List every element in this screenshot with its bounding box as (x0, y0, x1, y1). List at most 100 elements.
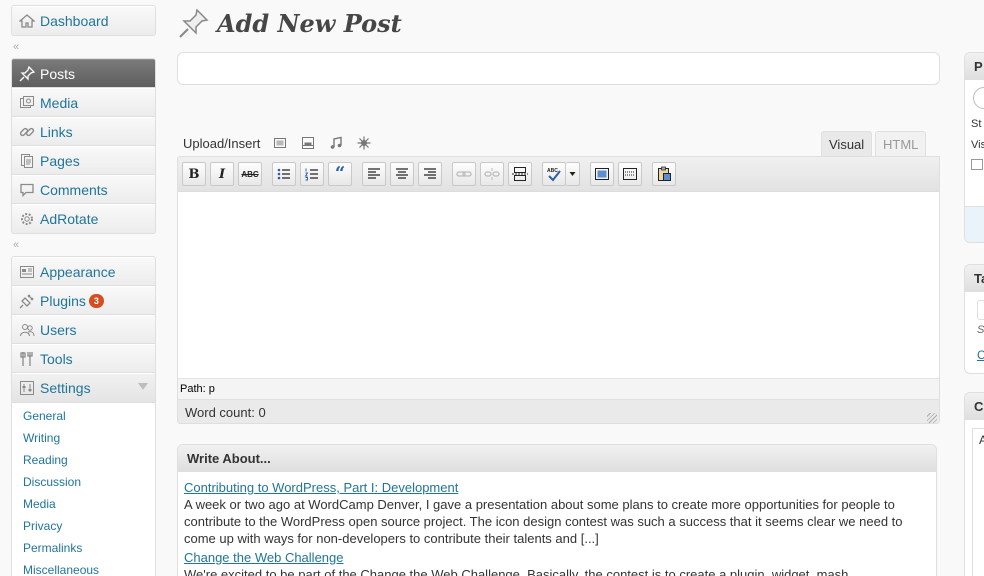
align-center-button[interactable] (390, 162, 414, 186)
add-video-icon[interactable] (300, 135, 316, 151)
page-header: Add New Post (177, 0, 941, 46)
categories-heading[interactable]: C (965, 393, 984, 420)
menu-item-settings[interactable]: Settings (12, 373, 155, 402)
post-editor: B I ABC “ ABC Path: p Word count: 0 (177, 156, 940, 424)
plug-icon (18, 292, 36, 310)
unlink-button[interactable] (480, 162, 504, 186)
menu-item-pages[interactable]: Pages (12, 146, 155, 175)
menu-label-tools: Tools (40, 350, 73, 367)
write-about-link-1[interactable]: Contributing to WordPress, Part I: Devel… (184, 479, 458, 496)
menu-item-tools[interactable]: Tools (12, 344, 155, 373)
spellcheck-button[interactable]: ABC (542, 162, 566, 186)
editor-content-area[interactable] (178, 192, 939, 378)
menu-item-media[interactable]: Media (12, 88, 155, 117)
menu-group-admin: Appearance Plugins 3 Users Tools Setting… (11, 256, 156, 403)
menu-item-appearance[interactable]: Appearance (12, 257, 155, 286)
pushpin-icon (179, 8, 209, 38)
menu-label-links: Links (40, 123, 73, 140)
save-draft-button[interactable] (973, 87, 984, 109)
pushpin-icon (18, 65, 36, 83)
kitchen-sink-toggle-button[interactable] (618, 162, 642, 186)
menu-label-media: Media (40, 94, 79, 111)
all-categories-tab[interactable]: A (973, 429, 984, 447)
editor-toolbar: B I ABC “ ABC (178, 157, 939, 192)
pages-icon (18, 152, 36, 170)
fullscreen-icon (595, 168, 609, 180)
page-title: Add New Post (217, 8, 402, 38)
menu-label-dashboard: Dashboard (40, 13, 109, 29)
menu-group-content: Posts Media Links Pages Comments AdRotat… (11, 58, 156, 234)
submenu-miscellaneous[interactable]: Miscellaneous (12, 559, 155, 576)
spellcheck-language-dropdown[interactable] (566, 162, 580, 186)
post-title-input[interactable] (177, 52, 940, 85)
align-center-icon (396, 168, 408, 179)
add-media-icon[interactable] (356, 135, 372, 151)
paste-from-word-button[interactable] (652, 162, 676, 186)
menu-item-posts[interactable]: Posts (12, 59, 155, 88)
bullet-list-icon (277, 168, 290, 180)
media-icon (18, 94, 36, 112)
align-right-button[interactable] (418, 162, 442, 186)
home-icon (18, 12, 36, 30)
categories-box: C A (964, 392, 984, 576)
submenu-writing[interactable]: Writing (12, 427, 155, 449)
editor-path-bar: Path: p (178, 378, 939, 399)
fullscreen-button[interactable] (590, 162, 614, 186)
insert-link-button[interactable] (452, 162, 476, 186)
menu-label-comments: Comments (40, 181, 108, 198)
main-content: Add New Post Upload/Insert Visual HTML B… (177, 0, 941, 576)
bulleted-list-button[interactable] (272, 162, 296, 186)
menu-item-links[interactable]: Links (12, 117, 155, 146)
menu-item-users[interactable]: Users (12, 315, 155, 344)
add-image-icon[interactable] (272, 135, 288, 151)
tab-visual[interactable]: Visual (821, 131, 873, 157)
publish-visibility-fragment: Vis (971, 139, 984, 151)
menu-item-adrotate[interactable]: AdRotate (12, 204, 155, 233)
insert-more-tag-button[interactable] (508, 162, 532, 186)
submenu-general[interactable]: General (12, 405, 155, 427)
menu-label-plugins: Plugins (40, 292, 86, 309)
choose-tags-link[interactable]: C (965, 348, 984, 362)
post-tags-heading[interactable]: Ta (965, 265, 984, 292)
strikethrough-button[interactable]: ABC (238, 162, 262, 186)
comment-bubble-icon (18, 181, 36, 199)
editor-resize-handle[interactable] (927, 413, 937, 423)
link-icon (18, 123, 36, 141)
blockquote-button[interactable]: “ (328, 162, 352, 186)
menu-label-users: Users (40, 321, 77, 338)
submenu-permalinks[interactable]: Permalinks (12, 537, 155, 559)
italic-button[interactable]: I (210, 162, 234, 186)
menu-collapse-toggle-2[interactable]: « (11, 234, 156, 256)
settings-expand-arrow-icon[interactable] (138, 383, 148, 390)
write-about-heading[interactable]: Write About... (178, 445, 936, 472)
align-left-button[interactable] (362, 162, 386, 186)
submenu-reading[interactable]: Reading (12, 449, 155, 471)
publish-box-heading[interactable]: P (965, 53, 984, 80)
menu-label-adrotate: AdRotate (40, 211, 99, 227)
plugin-update-count-badge: 3 (88, 293, 104, 308)
menu-item-plugins[interactable]: Plugins 3 (12, 286, 155, 315)
bold-button[interactable]: B (182, 162, 206, 186)
publish-box: P St Vis (964, 52, 984, 243)
settings-submenu: General Writing Reading Discussion Media… (11, 403, 156, 576)
menu-item-dashboard[interactable]: Dashboard (12, 6, 155, 35)
submenu-privacy[interactable]: Privacy (12, 515, 155, 537)
paste-icon (658, 166, 671, 181)
post-tags-box: Ta S C (964, 264, 984, 374)
write-about-box: Write About... Contributing to WordPress… (177, 444, 937, 576)
submenu-discussion[interactable]: Discussion (12, 471, 155, 493)
tab-html[interactable]: HTML (875, 131, 927, 157)
write-about-excerpt-1: A week or two ago at WordCamp Denver, I … (184, 497, 903, 546)
write-about-link-2[interactable]: Change the Web Challenge (184, 549, 344, 566)
link-icon (456, 171, 472, 177)
numbered-list-button[interactable] (300, 162, 324, 186)
add-audio-icon[interactable] (328, 135, 344, 151)
svg-text:ABC: ABC (547, 168, 558, 174)
media-buttons: Upload/Insert (183, 133, 384, 153)
menu-collapse-toggle[interactable]: « (11, 36, 156, 58)
tags-input[interactable] (977, 300, 984, 320)
submenu-media[interactable]: Media (12, 493, 155, 515)
menu-label-posts: Posts (40, 65, 76, 82)
menu-item-comments[interactable]: Comments (12, 175, 155, 204)
appearance-icon (18, 263, 36, 281)
